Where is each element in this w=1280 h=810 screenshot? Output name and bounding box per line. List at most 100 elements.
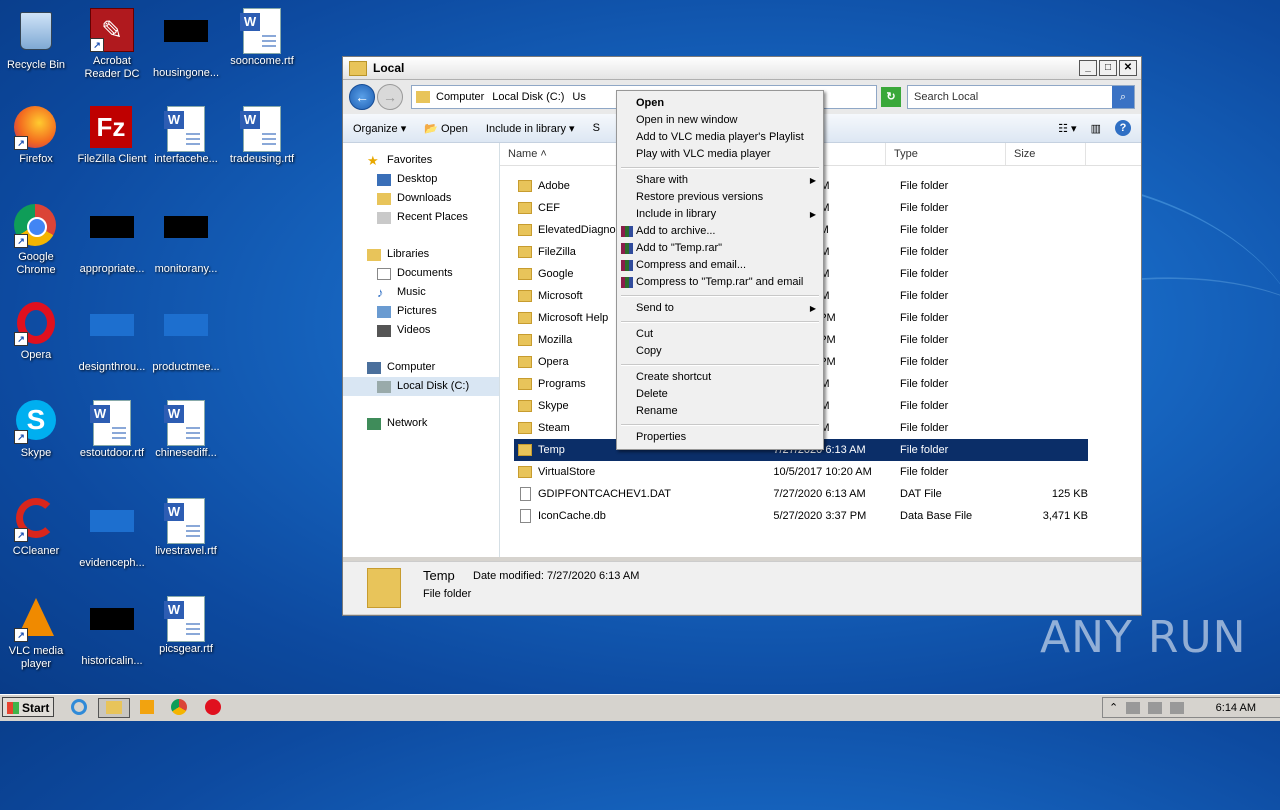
vlc-icon[interactable]: ↗ VLC media player	[0, 596, 72, 671]
menu-item-rename[interactable]: Rename	[618, 403, 822, 420]
menu-separator	[621, 364, 819, 366]
filezilla-icon[interactable]: Fz FileZilla Client	[76, 106, 148, 166]
list-item[interactable]: GDIPFONTCACHEV1.DAT 7/27/2020 6:13 AM DAT …	[514, 483, 1088, 505]
start-button[interactable]: Start	[2, 697, 54, 717]
nav-downloads[interactable]: Downloads	[343, 189, 499, 208]
nav-music[interactable]: ♪ Music	[343, 283, 499, 302]
file-icon-designthrou[interactable]: designthrou...	[76, 302, 148, 374]
skype-icon[interactable]: S ↗ Skype	[0, 400, 72, 460]
column-header-size[interactable]: Size	[1006, 143, 1086, 165]
share-button[interactable]: S	[593, 122, 600, 134]
context-menu: Open Open in new window Add to VLC media…	[616, 90, 824, 450]
list-item[interactable]: IconCache.db 5/27/2020 3:37 PM Data Base F…	[514, 505, 1088, 527]
nav-libraries[interactable]: Libraries	[343, 245, 499, 264]
nav-computer[interactable]: Computer	[343, 358, 499, 377]
nav-desktop[interactable]: Desktop	[343, 170, 499, 189]
rtf-file-icon[interactable]: W picsgear.rtf	[150, 596, 222, 656]
file-icon-historicalin[interactable]: historicalin...	[76, 596, 148, 668]
menu-item-include-library[interactable]: Include in library ▶	[618, 206, 822, 223]
desktop-icon-label: Skype	[20, 447, 52, 459]
rtf-file-icon[interactable]: W chinesediff...	[150, 400, 222, 460]
nav-favorites[interactable]: ★ Favorites	[343, 151, 499, 170]
explorer-taskbar-icon[interactable]	[98, 698, 130, 718]
organize-button[interactable]: Organize ▾	[353, 122, 406, 135]
nav-recent-places[interactable]: Recent Places	[343, 208, 499, 227]
ccleaner-icon[interactable]: ↗ CCleaner	[0, 498, 72, 558]
chrome-icon[interactable]: ↗ Google Chrome	[0, 204, 72, 277]
speaker-icon[interactable]	[1126, 701, 1141, 714]
menu-item-properties[interactable]: Properties	[618, 429, 822, 446]
folder-icon	[518, 180, 532, 192]
nav-documents[interactable]: Documents	[343, 264, 499, 283]
chrome-taskbar-icon[interactable]	[170, 698, 190, 716]
music-icon: ♪	[377, 284, 384, 300]
nav-pictures[interactable]: Pictures	[343, 302, 499, 321]
acrobat-reader-icon[interactable]: ✎ ↗ Acrobat Reader DC	[76, 8, 148, 81]
nav-videos[interactable]: Videos	[343, 321, 499, 340]
menu-item-copy[interactable]: Copy	[618, 343, 822, 360]
ie-icon[interactable]	[70, 698, 90, 716]
menu-item-share-with[interactable]: Share with ▶	[618, 172, 822, 189]
back-button[interactable]: ←	[349, 84, 375, 110]
menu-item-vlc-playlist[interactable]: Add to VLC media player's Playlist	[618, 129, 822, 146]
network-tray-icon[interactable]	[1148, 701, 1163, 714]
menu-item-vlc-play[interactable]: Play with VLC media player	[618, 146, 822, 163]
menu-item-restore[interactable]: Restore previous versions	[618, 189, 822, 206]
breadcrumb-item[interactable]: Local Disk (C:)	[492, 91, 564, 103]
file-icon-evidenceph[interactable]: evidenceph...	[76, 498, 148, 570]
file-icon-appropriate[interactable]: appropriate...	[76, 204, 148, 276]
desktop-icon-label: Google Chrome	[16, 251, 56, 276]
flag-tray-icon[interactable]	[1170, 701, 1185, 714]
file-icon-productmee[interactable]: productmee...	[150, 302, 222, 374]
nav-network[interactable]: Network	[343, 414, 499, 433]
opera-taskbar-icon[interactable]	[204, 698, 224, 716]
rtf-file-icon[interactable]: W livestravel.rtf	[150, 498, 222, 558]
clock[interactable]: 6:14 AM	[1216, 702, 1256, 714]
preview-pane-icon[interactable]: ▥	[1091, 122, 1101, 135]
menu-item-compress-temp-email[interactable]: Compress to "Temp.rar" and email	[618, 274, 822, 291]
opera-icon[interactable]: ↗ Opera	[0, 302, 72, 362]
search-input[interactable]: Search Local ⌕	[907, 85, 1135, 109]
breadcrumb-item[interactable]: Us	[572, 91, 585, 103]
menu-item-add-temp-rar[interactable]: Add to "Temp.rar"	[618, 240, 822, 257]
view-options-icon[interactable]: ☷ ▾	[1058, 122, 1076, 135]
title-bar[interactable]: Local _ □ ✕	[343, 57, 1141, 80]
forward-button[interactable]: →	[377, 84, 403, 110]
firefox-icon[interactable]: ↗ Firefox	[0, 106, 72, 166]
menu-item-cut[interactable]: Cut	[618, 326, 822, 343]
menu-item-send-to[interactable]: Send to ▶	[618, 300, 822, 317]
breadcrumb-item[interactable]: Computer	[436, 91, 484, 103]
menu-item-add-archive[interactable]: Add to archive...	[618, 223, 822, 240]
recycle-bin-icon[interactable]: Recycle Bin	[0, 8, 72, 72]
folder-icon	[518, 312, 532, 324]
maximize-button[interactable]: □	[1099, 60, 1117, 76]
minimize-button[interactable]: _	[1079, 60, 1097, 76]
tray-expand-icon[interactable]: ⌃	[1109, 701, 1118, 714]
refresh-button[interactable]: ↻	[881, 87, 901, 107]
open-button[interactable]: 📂 Open	[424, 122, 468, 135]
close-button[interactable]: ✕	[1119, 60, 1137, 76]
column-header-type[interactable]: Type	[886, 143, 1006, 165]
rtf-file-icon[interactable]: W estoutdoor.rtf	[76, 400, 148, 460]
menu-item-delete[interactable]: Delete	[618, 386, 822, 403]
include-in-library-button[interactable]: Include in library ▾	[486, 122, 575, 135]
desktop-icon-label: sooncome.rtf	[230, 55, 294, 67]
folder-icon	[518, 224, 532, 236]
list-item[interactable]: VirtualStore 10/5/2017 10:20 AM File folde…	[514, 461, 1088, 483]
rtf-file-icon[interactable]: W interfacehe...	[150, 106, 222, 166]
menu-item-open[interactable]: Open	[618, 95, 822, 112]
desktop-icon-label: chinesediff...	[155, 447, 217, 459]
search-icon[interactable]: ⌕	[1112, 86, 1134, 108]
menu-item-compress-email[interactable]: Compress and email...	[618, 257, 822, 274]
winrar-icon	[621, 260, 633, 271]
media-player-icon[interactable]	[138, 698, 158, 716]
file-icon-housingone[interactable]: housingone...	[150, 8, 222, 80]
rtf-file-icon[interactable]: W sooncome.rtf	[226, 8, 298, 68]
menu-item-create-shortcut[interactable]: Create shortcut	[618, 369, 822, 386]
nav-local-disk[interactable]: Local Disk (C:)	[343, 377, 499, 396]
file-icon-monitorany[interactable]: monitorany...	[150, 204, 222, 276]
menu-item-open-new-window[interactable]: Open in new window	[618, 112, 822, 129]
rtf-file-icon[interactable]: W tradeusing.rtf	[226, 106, 298, 166]
folder-icon	[518, 246, 532, 258]
help-icon[interactable]: ?	[1115, 120, 1131, 136]
